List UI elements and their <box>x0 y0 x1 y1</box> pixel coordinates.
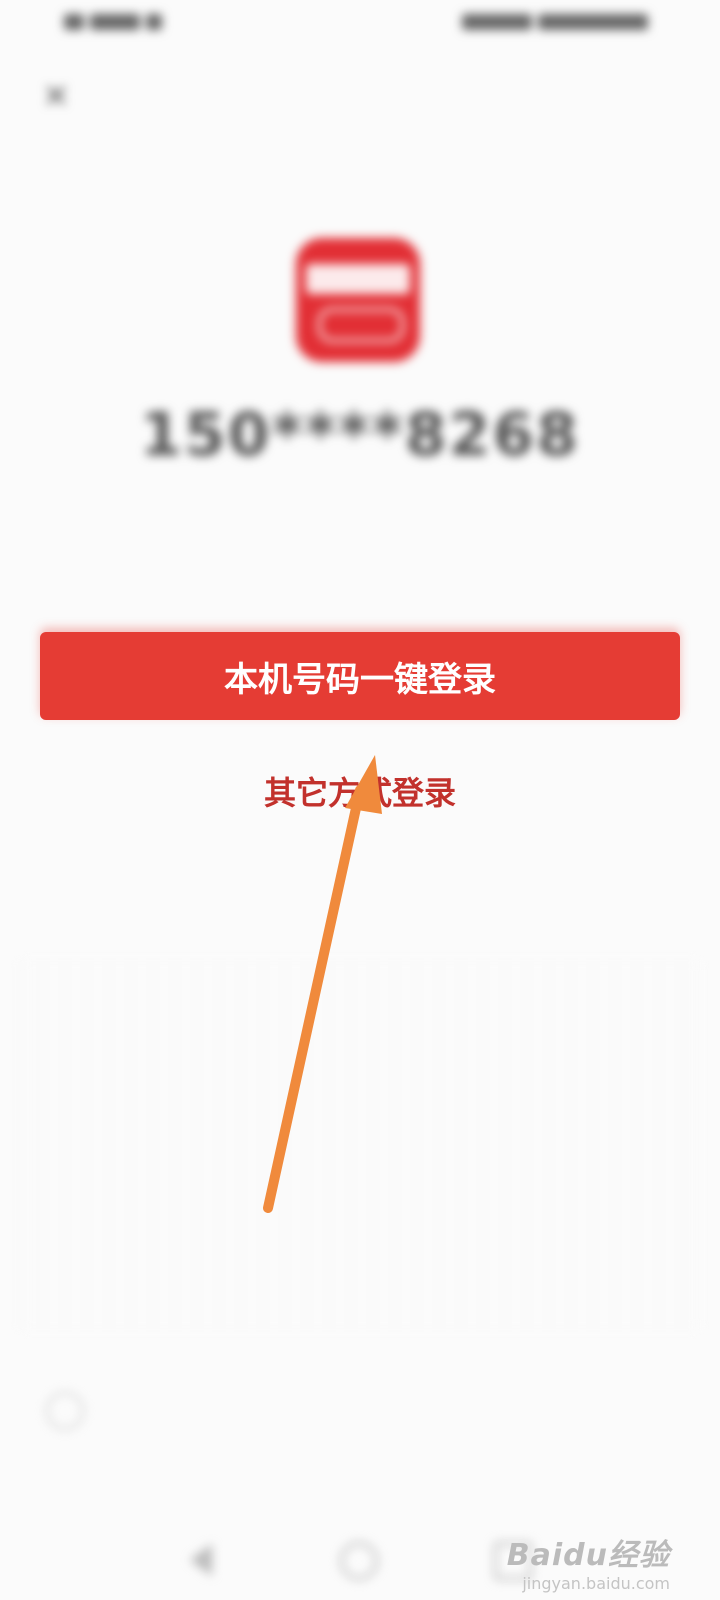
wifi-icon <box>146 14 162 30</box>
logo-mark-top <box>306 264 410 294</box>
status-bar <box>0 0 720 52</box>
close-icon: ✕ <box>42 77 70 115</box>
back-icon[interactable] <box>190 1544 212 1576</box>
other-login-link[interactable]: 其它方式登录 <box>0 768 720 814</box>
battery-clock <box>538 14 648 30</box>
background-pattern <box>20 960 700 1330</box>
status-right <box>462 14 648 30</box>
status-left <box>64 14 162 30</box>
status-indicators <box>462 14 532 30</box>
signal-icon <box>64 14 84 30</box>
home-icon[interactable] <box>340 1542 378 1580</box>
logo-mark-bottom <box>318 308 404 342</box>
close-button[interactable]: ✕ <box>36 76 76 116</box>
one-click-login-button[interactable]: 本机号码一键登录 <box>40 632 680 720</box>
agreement-checkbox[interactable] <box>46 1392 84 1430</box>
watermark-brand: Baidu经验 <box>506 1538 670 1573</box>
network-icon <box>90 14 140 30</box>
baidu-watermark: Baidu经验 jingyan.baidu.com <box>507 1530 670 1593</box>
masked-phone-number: 150****8268 <box>140 400 580 470</box>
watermark-url: jingyan.baidu.com <box>522 1574 670 1593</box>
app-logo <box>296 238 420 362</box>
